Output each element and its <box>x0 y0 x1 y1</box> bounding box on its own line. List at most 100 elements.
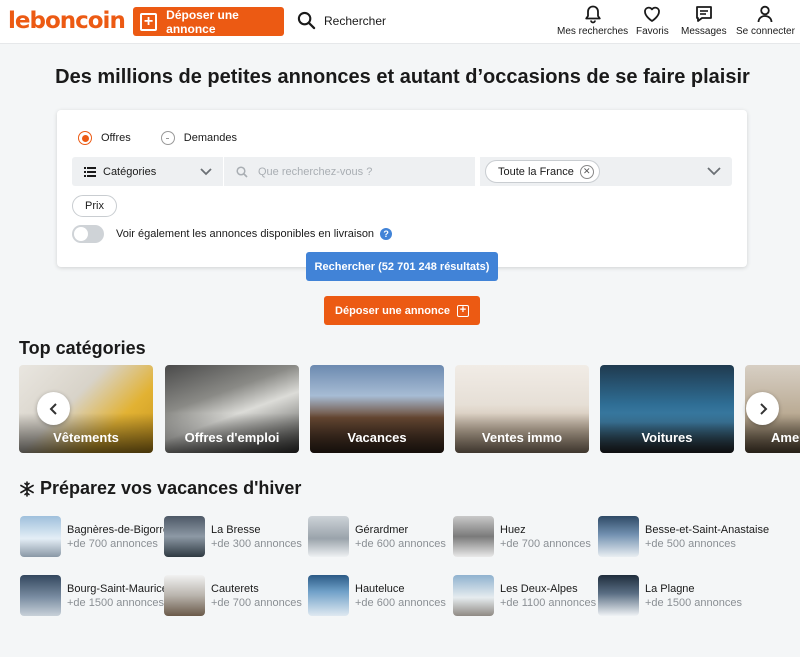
nav-label: Messages <box>681 26 727 37</box>
search-input[interactable]: Que recherchez-vous ? <box>224 157 475 186</box>
destination-name: Gérardmer <box>355 523 409 536</box>
nav-mes-recherches[interactable]: Mes recherches <box>557 4 628 37</box>
search-card: Offres Demandes Catégories Que recherche… <box>57 110 747 267</box>
category-label: Vacances <box>347 430 407 445</box>
category-label: Vêtements <box>53 430 119 445</box>
list-icon <box>84 166 96 177</box>
search-icon <box>297 11 316 30</box>
user-icon <box>758 5 773 23</box>
destination-thumbnail <box>20 516 61 557</box>
chevron-down-icon <box>200 168 212 176</box>
destination-name: La Plagne <box>645 582 695 595</box>
radio-offers-label[interactable]: Offres <box>101 132 131 144</box>
destination-item[interactable]: Cauterets +de 700 annonces <box>164 575 302 616</box>
plus-icon: + <box>456 304 469 317</box>
destination-name: Besse-et-Saint-Anastaise <box>645 523 770 536</box>
carousel-prev-button[interactable] <box>37 392 70 425</box>
location-chip[interactable]: Toute la France ✕ <box>485 160 600 183</box>
destination-thumbnail <box>453 516 494 557</box>
nav-se-connecter[interactable]: Se connecter <box>736 4 795 37</box>
location-select[interactable]: Toute la France ✕ <box>480 157 732 186</box>
search-fields: Catégories Que recherchez-vous ? Toute l… <box>72 157 732 186</box>
page-headline: Des millions de petites annonces et auta… <box>55 66 750 88</box>
location-chip-label: Toute la France <box>498 165 574 178</box>
carousel-next-button[interactable] <box>746 392 779 425</box>
search-link-label: Rechercher <box>324 13 387 28</box>
category-tile-voitures[interactable]: Voitures <box>600 365 734 453</box>
destination-thumbnail <box>164 516 205 557</box>
leboncoin-logo[interactable]: leboncoin <box>8 8 126 34</box>
destination-thumbnail <box>308 575 349 616</box>
deposit-ad-button-secondary[interactable]: Déposer une annonce + <box>324 296 480 325</box>
category-select[interactable]: Catégories <box>72 157 223 186</box>
category-label: Ameu <box>771 430 800 445</box>
top-categories-title: Top catégories <box>19 338 146 358</box>
top-header: leboncoin + Déposer une annonce Recherch… <box>0 0 800 44</box>
destination-item[interactable]: Bourg-Saint-Maurice +de 1500 annonces <box>20 575 168 616</box>
nav-label: Favoris <box>636 26 669 37</box>
destination-count: +de 600 annonces <box>355 596 446 609</box>
nav-favoris[interactable]: Favoris <box>636 4 669 37</box>
destination-count: +de 700 annonces <box>67 537 158 550</box>
destination-count: +de 1500 annonces <box>645 596 742 609</box>
destination-count: +de 300 annonces <box>211 537 302 550</box>
destination-name: Bourg-Saint-Maurice <box>67 582 168 595</box>
destination-name: Les Deux-Alpes <box>500 582 578 595</box>
radio-offers[interactable] <box>78 131 92 145</box>
destination-item[interactable]: Huez +de 700 annonces <box>453 516 591 557</box>
category-label: Offres d'emploi <box>184 430 280 445</box>
nav-label: Se connecter <box>736 26 795 37</box>
destination-thumbnail <box>453 575 494 616</box>
destination-name: Huez <box>500 523 526 536</box>
search-link[interactable]: Rechercher <box>297 11 386 30</box>
destination-name: La Bresse <box>211 523 261 536</box>
delivery-label: Voir également les annonces disponibles … <box>116 228 375 240</box>
chevron-down-icon[interactable] <box>706 164 722 178</box>
destination-count: +de 600 annonces <box>355 537 446 550</box>
destination-count: +de 1500 annonces <box>67 596 164 609</box>
category-label: Voitures <box>641 430 693 445</box>
search-submit-button[interactable]: Rechercher (52 701 248 résultats) <box>306 252 498 281</box>
deposit-ad-button[interactable]: + Déposer une annonce <box>133 7 284 36</box>
destination-item[interactable]: Gérardmer +de 600 annonces <box>308 516 446 557</box>
destination-thumbnail <box>308 516 349 557</box>
search-icon <box>236 165 248 178</box>
destination-thumbnail <box>20 575 61 616</box>
chevron-left-icon <box>49 402 57 415</box>
destination-item[interactable]: La Bresse +de 300 annonces <box>164 516 302 557</box>
destination-count: +de 1100 annonces <box>500 596 597 609</box>
delivery-toggle[interactable] <box>72 225 104 243</box>
category-tile-offres-emploi[interactable]: Offres d'emploi <box>165 365 299 453</box>
delivery-toggle-row: Voir également les annonces disponibles … <box>72 225 393 243</box>
destination-item[interactable]: Besse-et-Saint-Anastaise +de 500 annonces <box>598 516 769 557</box>
bell-icon <box>584 5 601 24</box>
message-icon <box>695 6 712 22</box>
deposit-ad-label: Déposer une annonce <box>335 304 450 317</box>
destination-item[interactable]: Les Deux-Alpes +de 1100 annonces <box>453 575 596 616</box>
destination-name: Hauteluce <box>355 582 405 595</box>
winter-section-title: Préparez vos vacances d'hiver <box>19 478 301 499</box>
radio-requests[interactable] <box>160 131 175 145</box>
close-icon[interactable]: ✕ <box>579 164 594 179</box>
destination-count: +de 700 annonces <box>500 537 591 550</box>
destination-count: +de 700 annonces <box>211 596 302 609</box>
snowflake-icon <box>20 480 34 497</box>
nav-messages[interactable]: Messages <box>681 4 727 37</box>
destination-item[interactable]: Hauteluce +de 600 annonces <box>308 575 446 616</box>
destination-thumbnail <box>164 575 205 616</box>
category-tile-vacances[interactable]: Vacances <box>310 365 444 453</box>
destination-item[interactable]: Bagnères-de-Bigorre +de 700 annonces <box>20 516 169 557</box>
destination-item[interactable]: La Plagne +de 1500 annonces <box>598 575 742 616</box>
winter-title-label: Préparez vos vacances d'hiver <box>40 478 302 498</box>
destination-count: +de 500 annonces <box>645 537 736 550</box>
radio-requests-label[interactable]: Demandes <box>184 132 237 144</box>
help-icon[interactable]: ? <box>380 228 393 240</box>
destination-name: Cauterets <box>211 582 259 595</box>
category-label: Ventes immo <box>481 430 563 445</box>
destination-thumbnail <box>598 516 639 557</box>
chevron-right-icon <box>759 402 767 415</box>
search-placeholder: Que recherchez-vous ? <box>258 165 373 178</box>
price-filter-button[interactable]: Prix <box>72 195 117 217</box>
category-tile-ventes-immo[interactable]: Ventes immo <box>455 365 589 453</box>
destination-name: Bagnères-de-Bigorre <box>67 523 170 536</box>
